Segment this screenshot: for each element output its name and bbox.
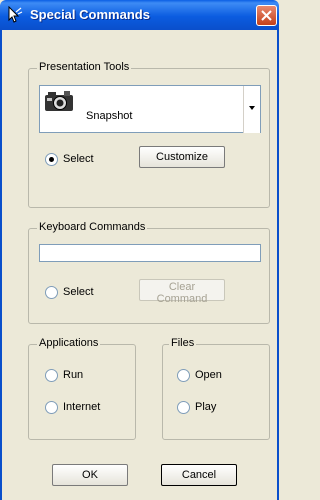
selected-tool-label: Snapshot bbox=[86, 110, 133, 122]
keyboard-command-input[interactable] bbox=[39, 244, 261, 262]
play-radio[interactable] bbox=[177, 401, 190, 414]
internet-label: Internet bbox=[63, 401, 101, 413]
keyboard-commands-legend: Keyboard Commands bbox=[37, 221, 148, 233]
applications-legend: Applications bbox=[37, 337, 101, 349]
dropdown-arrow-button[interactable] bbox=[243, 86, 260, 133]
files-group: Files Open Play bbox=[162, 337, 270, 440]
camera-icon bbox=[45, 91, 73, 111]
presentation-tool-dropdown[interactable]: Snapshot bbox=[39, 85, 261, 133]
play-label: Play bbox=[195, 401, 217, 413]
keyboard-select-radio[interactable] bbox=[45, 286, 58, 299]
presentation-select-radio[interactable] bbox=[45, 153, 58, 166]
title-bar[interactable]: Special Commands bbox=[0, 0, 279, 30]
internet-radio[interactable] bbox=[45, 401, 58, 414]
applications-group: Applications Run Internet bbox=[28, 337, 136, 440]
keyboard-commands-group: Keyboard Commands Select Clear Command bbox=[28, 221, 270, 324]
run-radio[interactable] bbox=[45, 369, 58, 382]
dialog-body: Presentation Tools Snapshot Select Custo… bbox=[0, 30, 279, 500]
files-legend: Files bbox=[169, 337, 197, 349]
presentation-select-label: Select bbox=[63, 153, 94, 165]
presentation-tools-legend: Presentation Tools bbox=[37, 61, 132, 73]
open-radio[interactable] bbox=[177, 369, 190, 382]
clear-command-button[interactable]: Clear Command bbox=[139, 279, 225, 305]
run-label: Run bbox=[63, 369, 84, 381]
keyboard-select-label: Select bbox=[63, 286, 94, 298]
presentation-tools-group: Presentation Tools Snapshot Select Custo… bbox=[28, 61, 270, 208]
open-label: Open bbox=[195, 369, 222, 381]
cursor-hand-icon bbox=[8, 6, 23, 23]
customize-button[interactable]: Customize bbox=[139, 146, 225, 168]
ok-button[interactable]: OK bbox=[52, 464, 128, 486]
cancel-button[interactable]: Cancel bbox=[161, 464, 237, 486]
window-title: Special Commands bbox=[30, 7, 150, 22]
close-button[interactable] bbox=[256, 5, 277, 26]
close-icon bbox=[261, 10, 272, 21]
chevron-down-icon bbox=[249, 106, 255, 110]
